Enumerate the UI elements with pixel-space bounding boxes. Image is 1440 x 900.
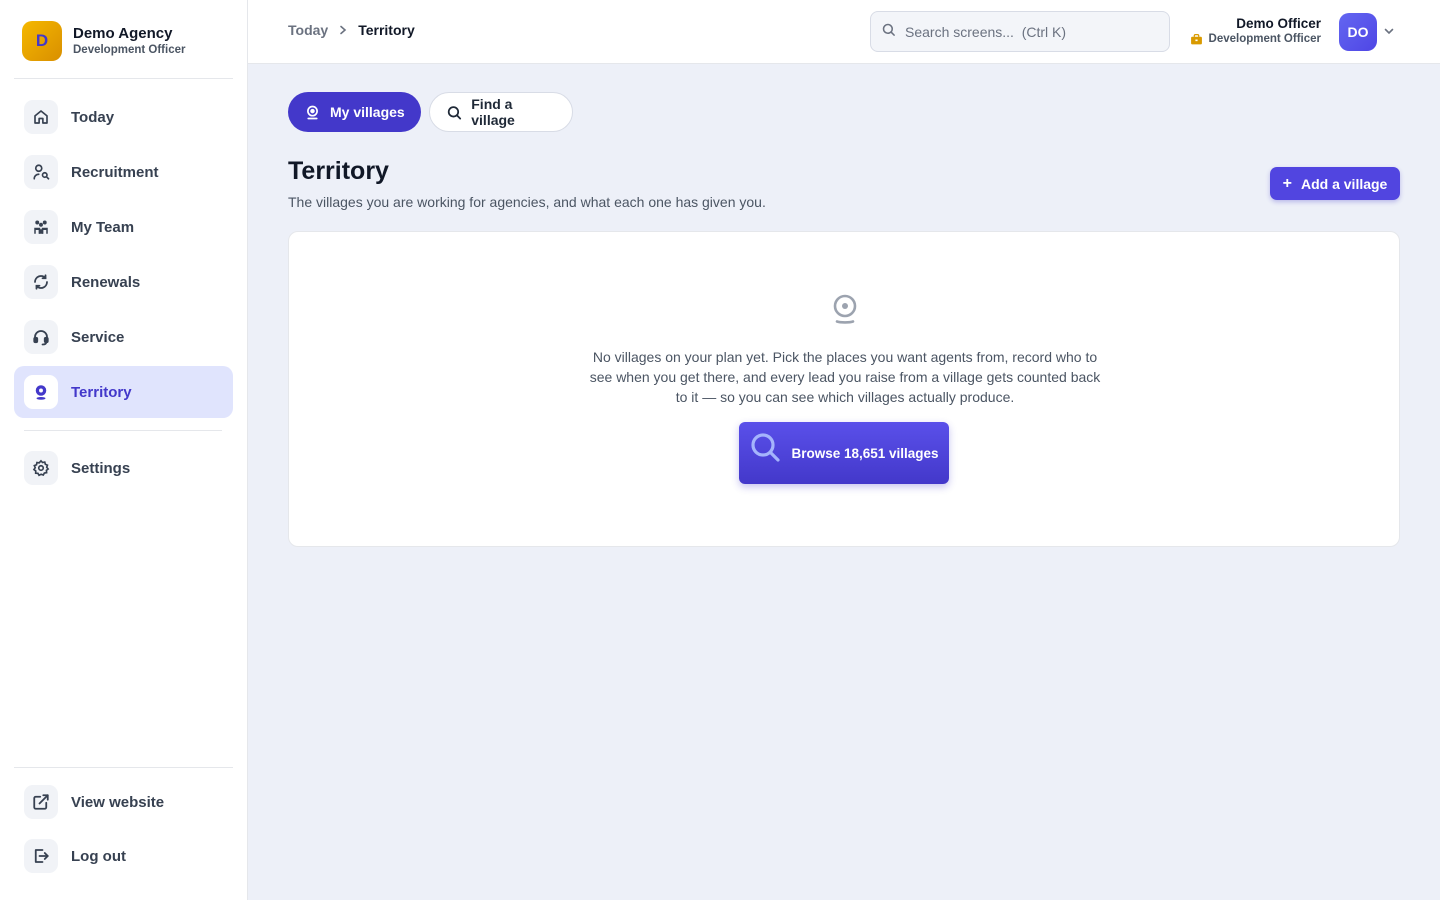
search-icon xyxy=(447,105,462,119)
sidebar-item-settings[interactable]: Settings xyxy=(14,442,233,494)
logout-button[interactable]: Log out xyxy=(14,830,233,882)
logout-label: Log out xyxy=(71,847,126,865)
logout-icon xyxy=(24,839,58,873)
user-search-icon xyxy=(24,155,58,189)
sidebar-item-today[interactable]: Today xyxy=(14,91,233,143)
tab-find-a-village[interactable]: Find a village xyxy=(429,92,573,132)
search-icon xyxy=(881,22,896,42)
brand-name: Demo Agency xyxy=(73,25,173,42)
sidebar-divider xyxy=(14,78,233,79)
page-subtitle: The villages you are working for agencie… xyxy=(288,194,766,210)
search-box[interactable] xyxy=(870,11,1170,52)
user-role: Development Officer xyxy=(1208,33,1321,45)
tab-my-villages[interactable]: My villages xyxy=(288,92,421,132)
team-icon xyxy=(24,210,58,244)
sidebar-item-label: Territory xyxy=(71,383,132,401)
tab-label: My villages xyxy=(330,104,405,120)
map-pin-icon xyxy=(24,375,58,409)
breadcrumb-territory: Territory xyxy=(358,22,415,38)
add-village-label: Add a village xyxy=(1300,175,1388,192)
home-icon xyxy=(24,100,58,134)
map-pin-icon xyxy=(307,105,318,119)
briefcase-icon xyxy=(1190,33,1202,44)
topbar: Today Territory Demo Officer Development… xyxy=(248,0,1440,64)
tab-label: Find a village xyxy=(471,96,515,128)
sidebar-item-service[interactable]: Service xyxy=(14,311,233,363)
map-pin-icon xyxy=(831,294,859,329)
search-icon xyxy=(749,431,781,466)
refresh-icon xyxy=(24,265,58,299)
empty-state-card: No villages on your plan yet. Pick the p… xyxy=(288,231,1400,547)
sidebar-item-recruitment[interactable]: Recruitment xyxy=(14,146,233,198)
view-website-link[interactable]: View website xyxy=(14,776,233,828)
user-info[interactable]: Demo Officer Development Officer xyxy=(1190,16,1321,46)
empty-state-message: No villages on your plan yet. Pick the p… xyxy=(589,349,1101,405)
plus-icon: + xyxy=(1282,174,1292,192)
chevron-down-icon[interactable] xyxy=(1383,24,1395,42)
sidebar-divider xyxy=(14,767,233,768)
external-link-icon xyxy=(24,785,58,819)
sidebar-item-label: Today xyxy=(71,108,115,126)
sidebar-item-renewals[interactable]: Renewals xyxy=(14,256,233,308)
sidebar-item-my-team[interactable]: My Team xyxy=(14,201,233,253)
chevron-right-icon xyxy=(338,25,348,35)
brand[interactable]: D Demo Agency Development Officer xyxy=(22,21,185,61)
sidebar-item-label: Renewals xyxy=(71,273,141,291)
sidebar-item-label: Settings xyxy=(71,459,131,477)
breadcrumb-today[interactable]: Today xyxy=(288,22,328,38)
browse-villages-label: Browse 18,651 villages xyxy=(791,445,939,461)
add-village-button[interactable]: + Add a village xyxy=(1270,167,1400,200)
headset-icon xyxy=(24,320,58,354)
sidebar-item-label: Recruitment xyxy=(71,163,159,181)
search-input[interactable] xyxy=(905,23,1145,40)
avatar[interactable]: DO xyxy=(1339,13,1377,51)
breadcrumb: Today Territory xyxy=(288,22,415,38)
sidebar-item-label: My Team xyxy=(71,218,135,236)
sidebar-divider xyxy=(24,430,222,431)
gear-icon xyxy=(24,451,58,485)
sidebar-item-label: Service xyxy=(71,328,125,346)
browse-villages-button[interactable]: Browse 18,651 villages xyxy=(739,422,949,484)
sidebar-item-territory[interactable]: Territory xyxy=(14,366,233,418)
user-name: Demo Officer xyxy=(1236,16,1321,31)
sidebar: D Demo Agency Development Officer Today … xyxy=(0,0,248,900)
page-title: Territory xyxy=(288,157,389,185)
view-website-label: View website xyxy=(71,793,165,811)
brand-role: Development Officer xyxy=(73,44,186,56)
brand-logo: D xyxy=(22,21,62,61)
